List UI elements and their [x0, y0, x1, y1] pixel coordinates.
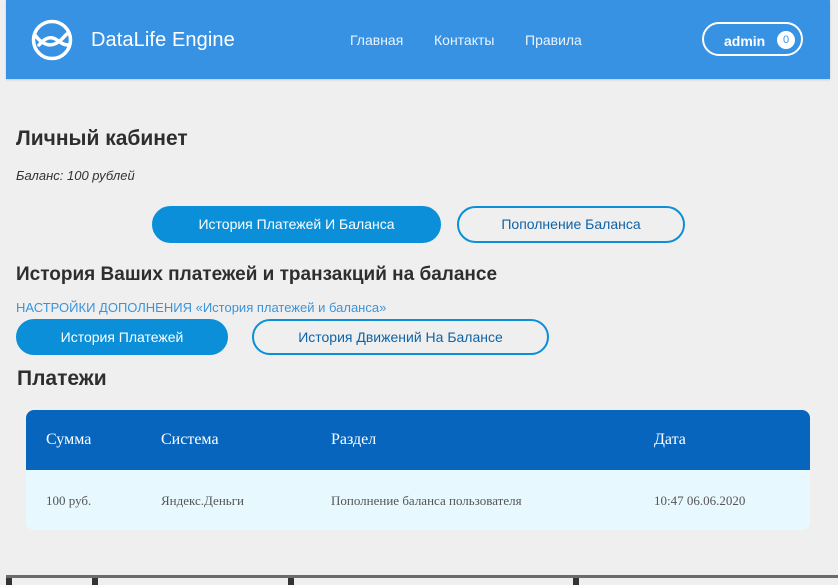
balance-text: Баланс: 100 рублей	[16, 168, 135, 183]
table-header: Сумма Система Раздел Дата	[26, 410, 810, 470]
page-title: Личный кабинет	[16, 127, 188, 150]
payments-section-title: Платежи	[17, 367, 107, 390]
user-menu-button[interactable]: admin 0	[702, 22, 803, 56]
tab-top-up-balance[interactable]: Пополнение Баланса	[457, 206, 685, 243]
divider	[6, 575, 838, 578]
cell-date: 10:47 06.06.2020	[654, 493, 746, 508]
column-header-section: Раздел	[331, 431, 377, 448]
nav-link-contacts[interactable]: Контакты	[434, 32, 494, 48]
nav-link-home[interactable]: Главная	[350, 32, 403, 48]
plugin-settings-link[interactable]: НАСТРОЙКИ ДОПОЛНЕНИЯ «История платежей и…	[16, 300, 386, 315]
cell-section: Пополнение баланса пользователя	[331, 493, 522, 508]
username: admin	[724, 33, 766, 49]
cell-system: Яндекс.Деньги	[161, 493, 244, 508]
payments-table: Сумма Система Раздел Дата 100 руб. Яндек…	[26, 410, 810, 530]
notification-count-badge: 0	[777, 31, 795, 49]
cell-amount: 100 руб.	[46, 493, 92, 508]
column-header-date: Дата	[654, 431, 686, 448]
site-header: DataLife Engine Главная Контакты Правила…	[6, 0, 830, 79]
tab-payment-history[interactable]: История Платежей	[16, 319, 228, 355]
nav-link-rules[interactable]: Правила	[525, 32, 582, 48]
history-section-title: История Ваших платежей и транзакций на б…	[16, 264, 498, 285]
page: DataLife Engine Главная Контакты Правила…	[0, 0, 838, 585]
tab-balance-movements[interactable]: История Движений На Балансе	[252, 319, 549, 355]
column-header-system: Система	[161, 431, 219, 448]
logo-icon[interactable]	[30, 18, 74, 62]
brand-name[interactable]: DataLife Engine	[91, 29, 235, 52]
column-header-amount: Сумма	[46, 431, 92, 448]
tab-payment-history-and-balance[interactable]: История Платежей И Баланса	[152, 206, 441, 243]
